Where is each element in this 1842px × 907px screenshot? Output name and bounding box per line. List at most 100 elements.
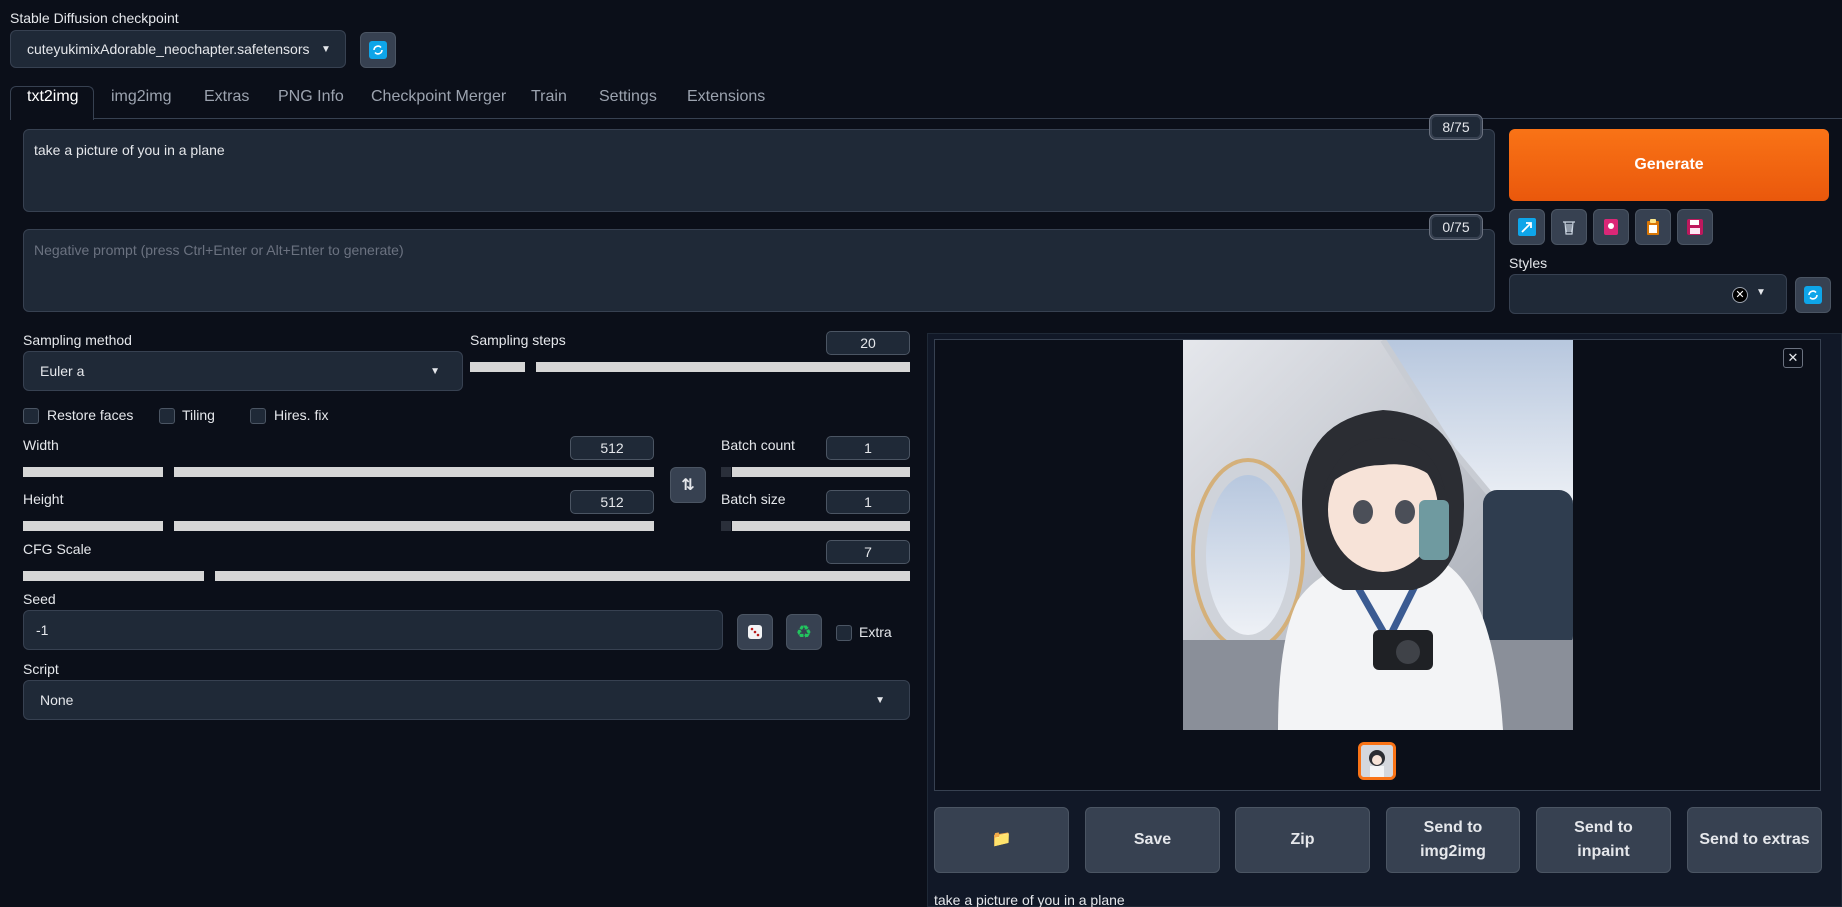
width-slider-track[interactable] — [174, 467, 654, 477]
prompt-input[interactable]: take a picture of you in a plane — [23, 129, 1495, 212]
height-slider-track[interactable] — [174, 521, 654, 531]
reuse-seed-button[interactable]: ♻ — [786, 614, 822, 650]
swap-arrows-icon: ⇅ — [681, 477, 695, 494]
cfg-scale-slider-filled[interactable] — [23, 571, 204, 581]
chevron-down-icon: ▼ — [430, 365, 440, 377]
tab-extras[interactable]: Extras — [204, 88, 249, 106]
height-input[interactable]: 512 — [570, 490, 654, 514]
generated-image-art — [1183, 340, 1573, 730]
close-preview-icon[interactable]: ✕ — [1783, 348, 1803, 368]
seed-input[interactable]: -1 — [23, 610, 723, 650]
send-to-inpaint-button[interactable]: Send to inpaint — [1536, 807, 1671, 873]
negative-prompt-input[interactable]: Negative prompt (press Ctrl+Enter or Alt… — [23, 229, 1495, 312]
refresh-icon — [1804, 286, 1822, 304]
batch-count-slider-track[interactable] — [732, 467, 910, 477]
negative-prompt-placeholder: Negative prompt (press Ctrl+Enter or Alt… — [34, 242, 404, 258]
sampling-method-dropdown[interactable]: Euler a ▼ — [23, 351, 463, 391]
seed-value: -1 — [36, 622, 49, 638]
batch-count-slider-filled[interactable] — [721, 467, 731, 477]
restore-faces-checkbox[interactable] — [23, 408, 39, 424]
sampling-steps-slider-filled[interactable] — [470, 362, 525, 372]
open-folder-button[interactable]: 📁 — [934, 807, 1069, 873]
generate-button[interactable]: Generate — [1509, 129, 1829, 201]
swap-dimensions-button[interactable]: ⇅ — [670, 467, 706, 503]
floppy-disk-icon — [1687, 219, 1703, 235]
thumbnail-art — [1361, 745, 1393, 777]
sampling-method-value: Euler a — [40, 363, 85, 379]
height-slider-filled[interactable] — [23, 521, 163, 531]
trash-icon — [1563, 221, 1575, 235]
tiling-label: Tiling — [182, 407, 215, 423]
clear-prompt-button[interactable] — [1551, 209, 1587, 245]
folder-icon: 📁 — [991, 831, 1012, 848]
tab-txt2img[interactable]: txt2img — [27, 88, 79, 106]
clipboard-icon — [1647, 219, 1659, 235]
seed-label: Seed — [23, 591, 56, 607]
styles-label: Styles — [1509, 255, 1548, 271]
width-label: Width — [23, 437, 59, 453]
sampling-method-label: Sampling method — [23, 332, 132, 348]
interrupt-button[interactable] — [1509, 209, 1545, 245]
height-label: Height — [23, 491, 64, 507]
generated-image[interactable] — [1183, 340, 1573, 730]
save-button[interactable]: Save — [1085, 807, 1220, 873]
refresh-icon — [369, 41, 387, 59]
cfg-scale-input[interactable]: 7 — [826, 540, 910, 564]
tab-png-info[interactable]: PNG Info — [278, 88, 344, 106]
restore-faces-label: Restore faces — [47, 407, 134, 423]
checkbox-arrow-icon — [1518, 218, 1536, 236]
sampling-steps-slider-track[interactable] — [536, 362, 910, 372]
width-input[interactable]: 512 — [570, 436, 654, 460]
checkpoint-dropdown[interactable]: cuteyukimixAdorable_neochapter.safetenso… — [10, 30, 346, 68]
tab-settings[interactable]: Settings — [599, 88, 657, 106]
output-caption: take a picture of you in a plane — [934, 892, 1125, 907]
chevron-down-icon: ▼ — [875, 694, 885, 706]
sampling-steps-label: Sampling steps — [470, 332, 566, 348]
hires-fix-checkbox[interactable] — [250, 408, 266, 424]
negative-prompt-token-counter: 0/75 — [1429, 214, 1483, 240]
chevron-down-icon: ▼ — [321, 43, 331, 55]
tab-extensions[interactable]: Extensions — [687, 88, 765, 106]
batch-size-label: Batch size — [721, 491, 786, 507]
cfg-scale-slider-track[interactable] — [215, 571, 910, 581]
tab-train[interactable]: Train — [531, 88, 567, 106]
cfg-scale-label: CFG Scale — [23, 541, 92, 557]
save-style-button[interactable] — [1677, 209, 1713, 245]
chevron-down-icon: ▼ — [1756, 287, 1766, 298]
checkpoint-value: cuteyukimixAdorable_neochapter.safetenso… — [27, 41, 313, 57]
show-extra-networks-button[interactable] — [1593, 209, 1629, 245]
batch-size-input[interactable]: 1 — [826, 490, 910, 514]
refresh-checkpoint-button[interactable] — [360, 32, 396, 68]
batch-count-input[interactable]: 1 — [826, 436, 910, 460]
width-slider-filled[interactable] — [23, 467, 163, 477]
script-dropdown[interactable]: None ▼ — [23, 680, 910, 720]
checkpoint-label: Stable Diffusion checkpoint — [10, 10, 179, 26]
recycle-icon: ♻ — [795, 621, 813, 642]
tab-divider — [94, 118, 1842, 119]
extra-seed-checkbox[interactable] — [836, 625, 852, 641]
tab-checkpoint-merger[interactable]: Checkpoint Merger — [371, 88, 506, 106]
styles-dropdown[interactable]: ✕ ▼ — [1509, 274, 1787, 314]
card-icon — [1604, 219, 1618, 235]
hires-fix-label: Hires. fix — [274, 407, 329, 423]
sampling-steps-input[interactable]: 20 — [826, 331, 910, 355]
prompt-token-counter: 8/75 — [1429, 114, 1483, 140]
paste-prompt-button[interactable] — [1635, 209, 1671, 245]
clear-styles-icon[interactable]: ✕ — [1732, 287, 1748, 303]
refresh-styles-button[interactable] — [1795, 277, 1831, 313]
send-to-extras-button[interactable]: Send to extras — [1687, 807, 1822, 873]
script-label: Script — [23, 661, 59, 677]
gallery-thumbnail[interactable] — [1358, 742, 1396, 780]
zip-button[interactable]: Zip — [1235, 807, 1370, 873]
tiling-checkbox[interactable] — [159, 408, 175, 424]
dice-icon — [748, 625, 762, 639]
tab-img2img[interactable]: img2img — [111, 88, 171, 106]
random-seed-button[interactable] — [737, 614, 773, 650]
batch-size-slider-filled[interactable] — [721, 521, 731, 531]
prompt-text: take a picture of you in a plane — [34, 142, 225, 158]
batch-count-label: Batch count — [721, 437, 795, 453]
extra-seed-label: Extra — [859, 624, 892, 640]
batch-size-slider-track[interactable] — [732, 521, 910, 531]
send-to-img2img-button[interactable]: Send to img2img — [1386, 807, 1520, 873]
script-value: None — [40, 692, 74, 708]
